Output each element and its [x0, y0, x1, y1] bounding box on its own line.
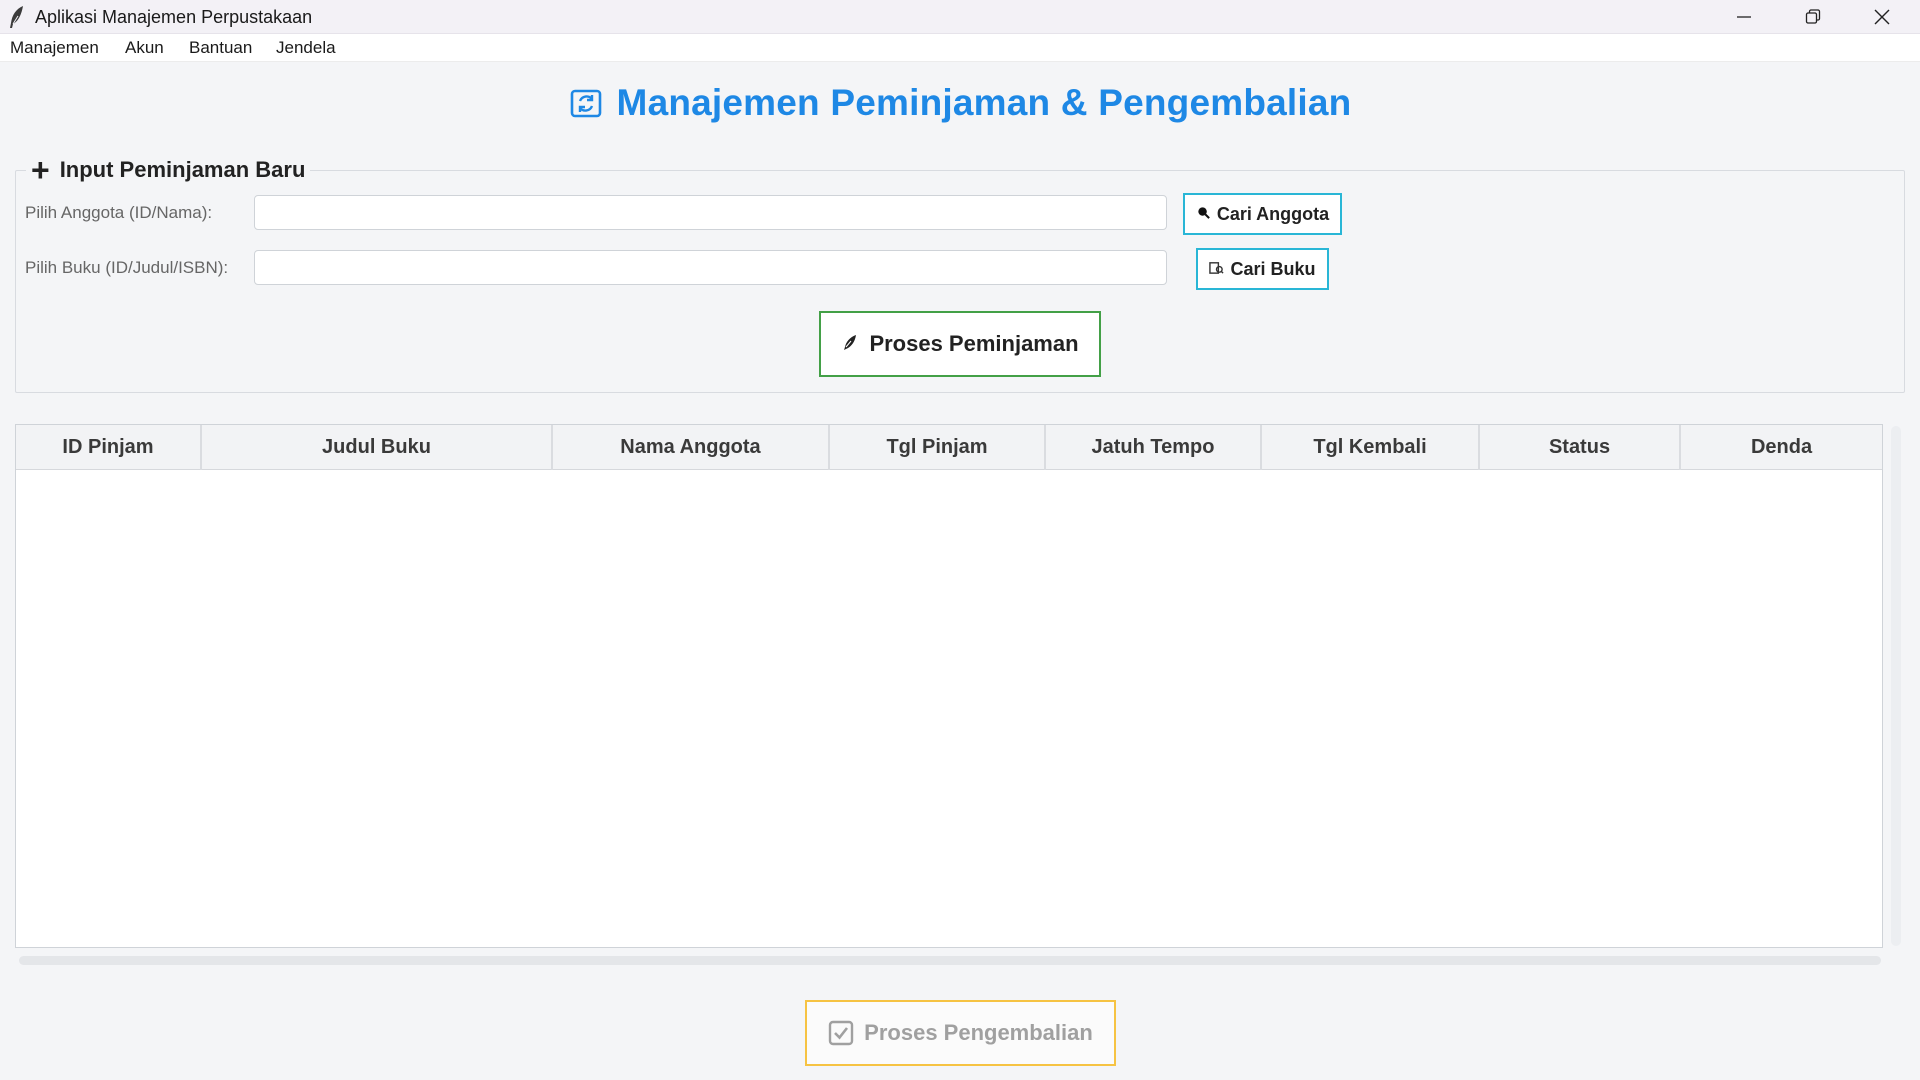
menu-manajemen[interactable]: Manajemen	[10, 38, 99, 58]
feather-icon	[6, 4, 28, 30]
column-header-denda[interactable]: Denda	[1681, 425, 1882, 470]
minimize-button[interactable]	[1710, 0, 1778, 34]
process-loan-label: Proses Peminjaman	[869, 331, 1079, 356]
process-return-button[interactable]: Proses Pengembalian	[805, 1000, 1116, 1066]
page-heading: Manajemen Peminjaman & Pengembalian	[0, 82, 1920, 124]
process-return-label: Proses Pengembalian	[864, 1020, 1093, 1045]
process-loan-button[interactable]: Proses Peminjaman	[819, 311, 1101, 377]
magnifier-icon	[1196, 205, 1211, 223]
column-header-nama-anggota[interactable]: Nama Anggota	[553, 425, 830, 470]
search-member-label: Cari Anggota	[1216, 203, 1330, 224]
column-header-judul-buku[interactable]: Judul Buku	[202, 425, 553, 470]
page-title: Manajemen Peminjaman & Pengembalian	[616, 82, 1352, 123]
column-header-tgl-pinjam[interactable]: Tgl Pinjam	[830, 425, 1046, 470]
column-header-tgl-kembali[interactable]: Tgl Kembali	[1262, 425, 1480, 470]
plus-icon: +	[31, 152, 50, 188]
restore-icon	[1805, 9, 1821, 24]
member-label: Pilih Anggota (ID/Nama):	[25, 203, 213, 222]
loans-table[interactable]: ID Pinjam Judul Buku Nama Anggota Tgl Pi…	[15, 424, 1883, 948]
minimize-icon	[1737, 16, 1751, 18]
menu-akun[interactable]: Akun	[125, 38, 164, 58]
close-icon	[1874, 9, 1890, 25]
input-group-title: Input Peminjaman Baru	[59, 157, 306, 182]
book-label: Pilih Buku (ID/Judul/ISBN):	[25, 258, 229, 277]
menu-bar: Manajemen Akun Bantuan Jendela	[0, 34, 1920, 62]
table-horizontal-scrollbar[interactable]	[19, 956, 1881, 965]
member-input[interactable]	[254, 195, 1167, 230]
table-vertical-scrollbar[interactable]	[1891, 426, 1901, 946]
menu-jendela[interactable]: Jendela	[276, 38, 336, 58]
input-group-legend: + Input Peminjaman Baru	[26, 152, 311, 188]
refresh-icon	[569, 86, 603, 120]
window-title: Aplikasi Manajemen Perpustakaan	[35, 7, 313, 27]
book-input[interactable]	[254, 250, 1167, 285]
column-header-status[interactable]: Status	[1480, 425, 1681, 470]
search-book-button[interactable]: Cari Buku	[1196, 248, 1329, 290]
title-bar: Aplikasi Manajemen Perpustakaan	[0, 0, 1920, 34]
restore-button[interactable]	[1779, 0, 1847, 34]
table-header: ID Pinjam Judul Buku Nama Anggota Tgl Pi…	[16, 425, 1882, 470]
close-button[interactable]	[1848, 0, 1916, 34]
checkbox-icon	[828, 1020, 854, 1046]
column-header-id-pinjam[interactable]: ID Pinjam	[16, 425, 202, 470]
menu-bantuan[interactable]: Bantuan	[189, 38, 252, 58]
column-header-jatuh-tempo[interactable]: Jatuh Tempo	[1046, 425, 1262, 470]
quill-icon	[841, 333, 859, 356]
search-book-label: Cari Buku	[1230, 258, 1316, 279]
search-member-button[interactable]: Cari Anggota	[1183, 193, 1342, 235]
book-search-icon	[1209, 260, 1225, 278]
